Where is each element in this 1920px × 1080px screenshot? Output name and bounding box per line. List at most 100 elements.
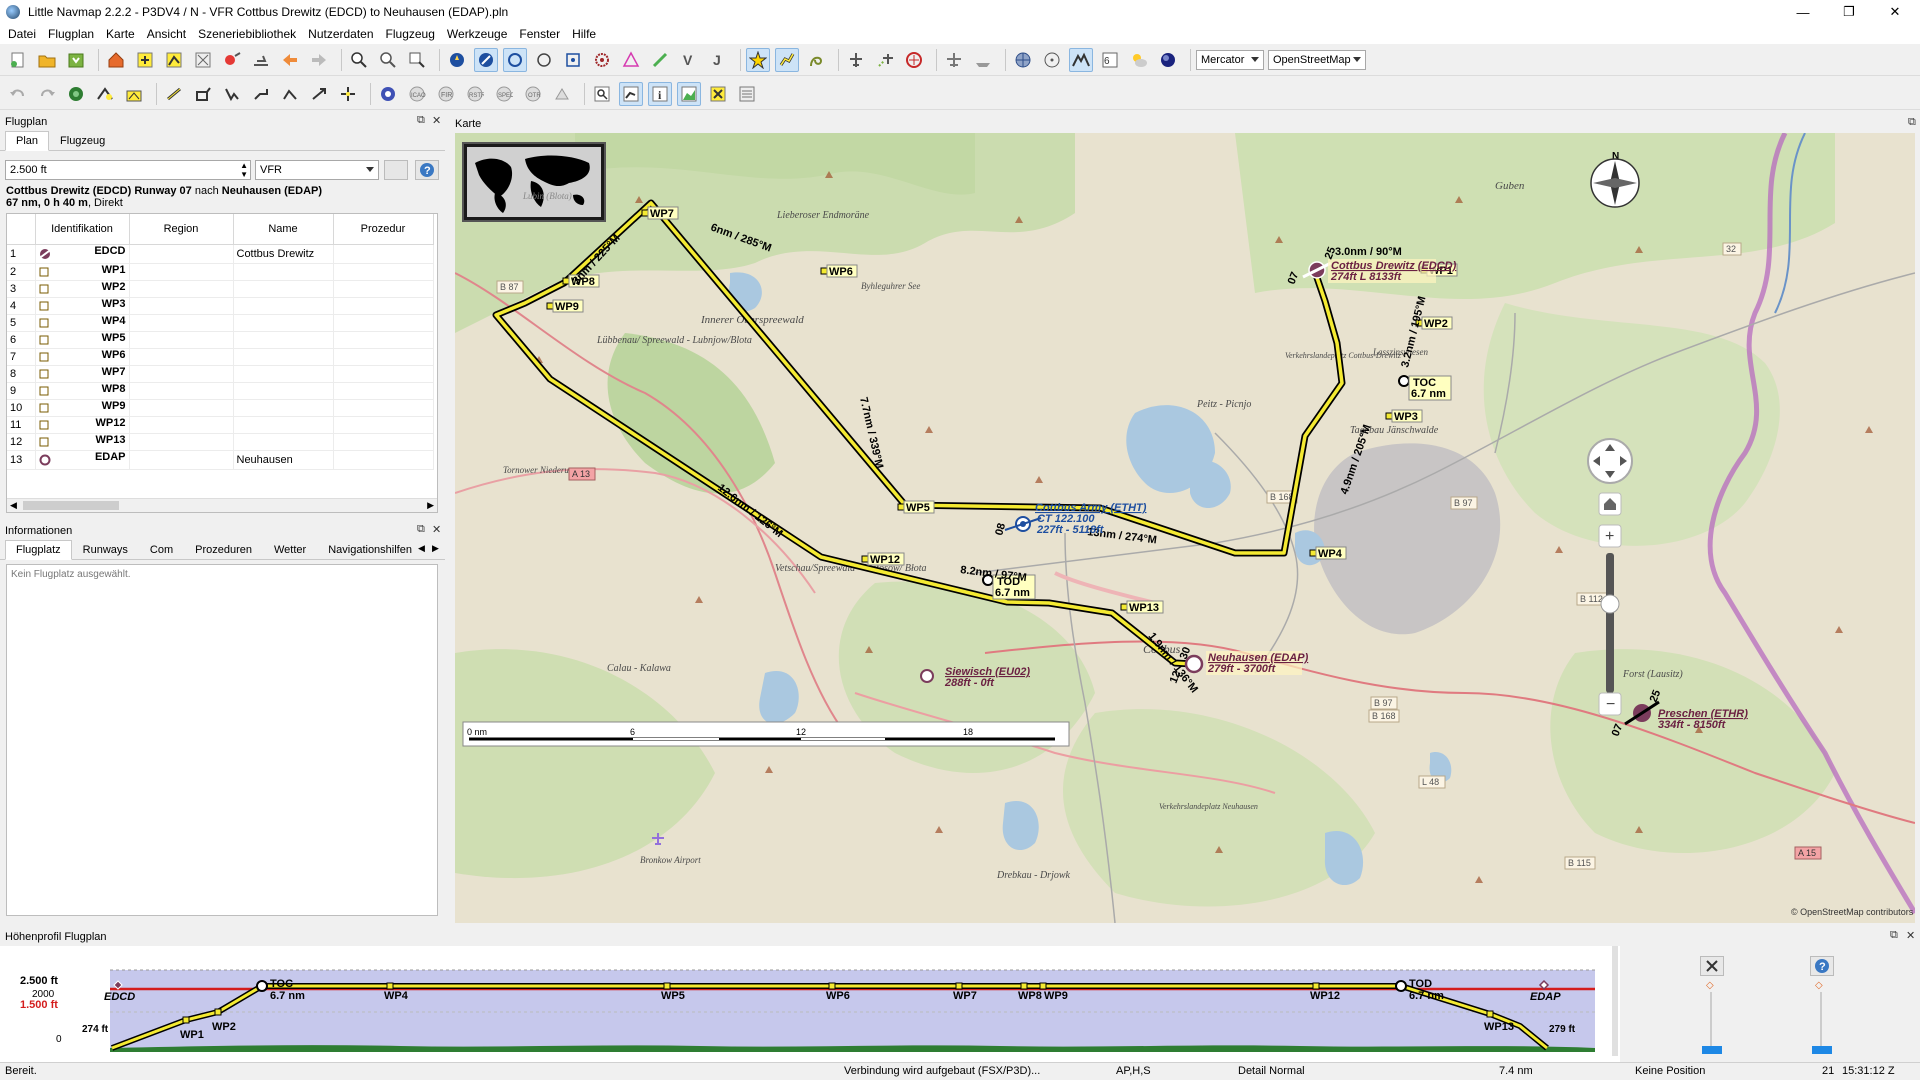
icao-icon[interactable]: ICAO bbox=[405, 82, 429, 106]
show-weather-icon[interactable] bbox=[1127, 48, 1151, 72]
route-legs-icon[interactable] bbox=[122, 82, 146, 106]
map-canvas[interactable]: Guben Lieberoser Endmoräne Byhleguhrer S… bbox=[455, 133, 1915, 923]
save-icon[interactable] bbox=[64, 48, 88, 72]
menu-szeneriebibliothek[interactable]: Szeneriebibliothek bbox=[192, 27, 302, 41]
show-minimum-altitude-icon[interactable]: 6 bbox=[1098, 48, 1122, 72]
home-icon[interactable] bbox=[104, 48, 128, 72]
table-row[interactable]: 12 WP13 bbox=[7, 433, 434, 451]
aircraft-dock-icon[interactable] bbox=[706, 82, 730, 106]
show-airports-icon[interactable] bbox=[445, 48, 469, 72]
elevation-profile-canvas[interactable]: 2.500 ft 2000 1.500 ft 0 274 ft 279 ft E… bbox=[0, 946, 1620, 1064]
back-arrow-icon[interactable] bbox=[278, 48, 302, 72]
menu-werkzeuge[interactable]: Werkzeuge bbox=[441, 27, 513, 41]
route-segment-6-icon[interactable] bbox=[307, 82, 331, 106]
table-row[interactable]: 5 WP4 bbox=[7, 314, 434, 332]
column-header-name[interactable]: Name bbox=[233, 214, 334, 245]
table-row[interactable]: 13 EDAP Neuhausen bbox=[7, 450, 434, 470]
column-header-region[interactable]: Region bbox=[129, 214, 234, 245]
show-sun-shading-icon[interactable] bbox=[1156, 48, 1180, 72]
profile-vzoom-handle[interactable] bbox=[1812, 1046, 1832, 1054]
table-row[interactable]: 7 WP6 bbox=[7, 348, 434, 366]
menu-hilfe[interactable]: Hilfe bbox=[566, 27, 602, 41]
tab-scroll-right-icon[interactable]: ▶ bbox=[432, 543, 439, 554]
airplane-ground-icon[interactable] bbox=[249, 48, 273, 72]
zoom-fit-icon[interactable] bbox=[405, 48, 429, 72]
show-ndb-dots-icon[interactable] bbox=[590, 48, 614, 72]
maximize-button[interactable]: ❐ bbox=[1826, 0, 1872, 24]
scrollbar-thumb[interactable] bbox=[23, 501, 119, 510]
route-segment-2-icon[interactable] bbox=[191, 82, 215, 106]
map-pan-control[interactable] bbox=[1587, 438, 1633, 484]
show-ils-icon[interactable] bbox=[561, 48, 585, 72]
fir-icon[interactable]: FIR bbox=[434, 82, 458, 106]
spin-arrows-icon[interactable]: ▲ ▼ bbox=[240, 161, 248, 179]
menu-nutzerdaten[interactable]: Nutzerdaten bbox=[302, 27, 379, 41]
edit-route-icon[interactable] bbox=[162, 48, 186, 72]
show-grid-icon[interactable] bbox=[1011, 48, 1035, 72]
arrival-icon[interactable] bbox=[93, 82, 117, 106]
float-dock-icon[interactable]: ⧉ bbox=[417, 523, 425, 536]
info-dock-icon[interactable]: i bbox=[648, 81, 672, 106]
select-airport-icon[interactable] bbox=[220, 48, 244, 72]
scroll-right-icon[interactable]: ▶ bbox=[427, 500, 434, 511]
search-nav-icon[interactable] bbox=[376, 82, 400, 106]
tab-scroll-left-icon[interactable]: ◀ bbox=[418, 543, 425, 554]
show-route-icon[interactable] bbox=[775, 47, 799, 72]
forward-arrow-icon[interactable] bbox=[307, 48, 331, 72]
home-view-icon[interactable] bbox=[1598, 492, 1622, 516]
show-victor-airways-icon[interactable]: V bbox=[677, 48, 701, 72]
float-dock-icon[interactable]: ⧉ bbox=[417, 114, 425, 127]
show-vor-icon[interactable] bbox=[474, 47, 498, 72]
tab-wetter[interactable]: Wetter bbox=[263, 540, 317, 560]
show-compass-rose-icon[interactable] bbox=[1040, 48, 1064, 72]
profile-vzoom-track[interactable] bbox=[1820, 992, 1822, 1046]
column-header-procedure[interactable]: Prozedur bbox=[333, 214, 434, 245]
scroll-left-icon[interactable]: ◀ bbox=[10, 500, 17, 511]
show-jet-airways-icon[interactable]: J bbox=[706, 48, 730, 72]
show-ai-aircraft-icon[interactable] bbox=[942, 48, 966, 72]
profile-help-button[interactable]: ? bbox=[1810, 956, 1834, 976]
close-button[interactable]: ✕ bbox=[1872, 0, 1918, 24]
tab-com[interactable]: Com bbox=[139, 540, 184, 560]
log-dock-icon[interactable] bbox=[735, 82, 759, 106]
overview-map[interactable]: Lubin (Blota) bbox=[462, 142, 606, 222]
tab-plan[interactable]: Plan bbox=[5, 131, 50, 151]
column-header-ident[interactable]: Identifikation bbox=[35, 214, 130, 245]
crosshair-icon[interactable] bbox=[336, 82, 360, 106]
minimize-button[interactable]: — bbox=[1780, 0, 1826, 24]
menu-flugplan[interactable]: Flugplan bbox=[42, 27, 100, 41]
menu-ansicht[interactable]: Ansicht bbox=[141, 27, 192, 41]
table-row[interactable]: 6 WP5 bbox=[7, 331, 434, 349]
center-aircraft-icon[interactable] bbox=[902, 48, 926, 72]
menu-fenster[interactable]: Fenster bbox=[513, 27, 566, 41]
projection-select[interactable]: Mercator bbox=[1196, 49, 1264, 70]
airspace-filter-icon[interactable] bbox=[550, 82, 574, 106]
open-folder-icon[interactable] bbox=[35, 48, 59, 72]
route-calc-button[interactable] bbox=[384, 160, 408, 180]
route-segment-4-icon[interactable] bbox=[249, 82, 273, 106]
profile-scrollbar[interactable] bbox=[1612, 946, 1618, 1056]
tab-runways[interactable]: Runways bbox=[72, 540, 139, 560]
flightplan-dock-icon[interactable] bbox=[619, 81, 643, 106]
route-segment-3-icon[interactable] bbox=[220, 82, 244, 106]
departure-icon[interactable] bbox=[64, 82, 88, 106]
menu-flugzeug[interactable]: Flugzeug bbox=[380, 27, 441, 41]
profile-zoom-handle[interactable] bbox=[1702, 1046, 1722, 1054]
show-airways-icon[interactable] bbox=[648, 48, 672, 72]
float-dock-icon[interactable]: ⧉ bbox=[1908, 116, 1916, 129]
show-mountains-icon[interactable] bbox=[1069, 47, 1093, 72]
table-row[interactable]: 10 WP9 bbox=[7, 399, 434, 417]
tab-navigationshilfen[interactable]: Navigationshilfen bbox=[317, 540, 423, 560]
route-segment-1-icon[interactable] bbox=[162, 82, 186, 106]
menu-karte[interactable]: Karte bbox=[100, 27, 141, 41]
profile-zoom-track[interactable] bbox=[1710, 992, 1712, 1046]
show-missed-icon[interactable] bbox=[804, 48, 828, 72]
flight-type-select[interactable]: VFR bbox=[255, 160, 379, 180]
other-airspace-icon[interactable]: OTR bbox=[521, 82, 545, 106]
close-dock-icon[interactable]: ✕ bbox=[1906, 929, 1915, 942]
help-button[interactable]: ? bbox=[415, 160, 439, 180]
table-row[interactable]: 2 WP1 bbox=[7, 263, 434, 281]
tab-flugzeug[interactable]: Flugzeug bbox=[49, 131, 116, 151]
add-waypoint-icon[interactable] bbox=[133, 48, 157, 72]
show-aircraft-icon[interactable] bbox=[844, 48, 868, 72]
